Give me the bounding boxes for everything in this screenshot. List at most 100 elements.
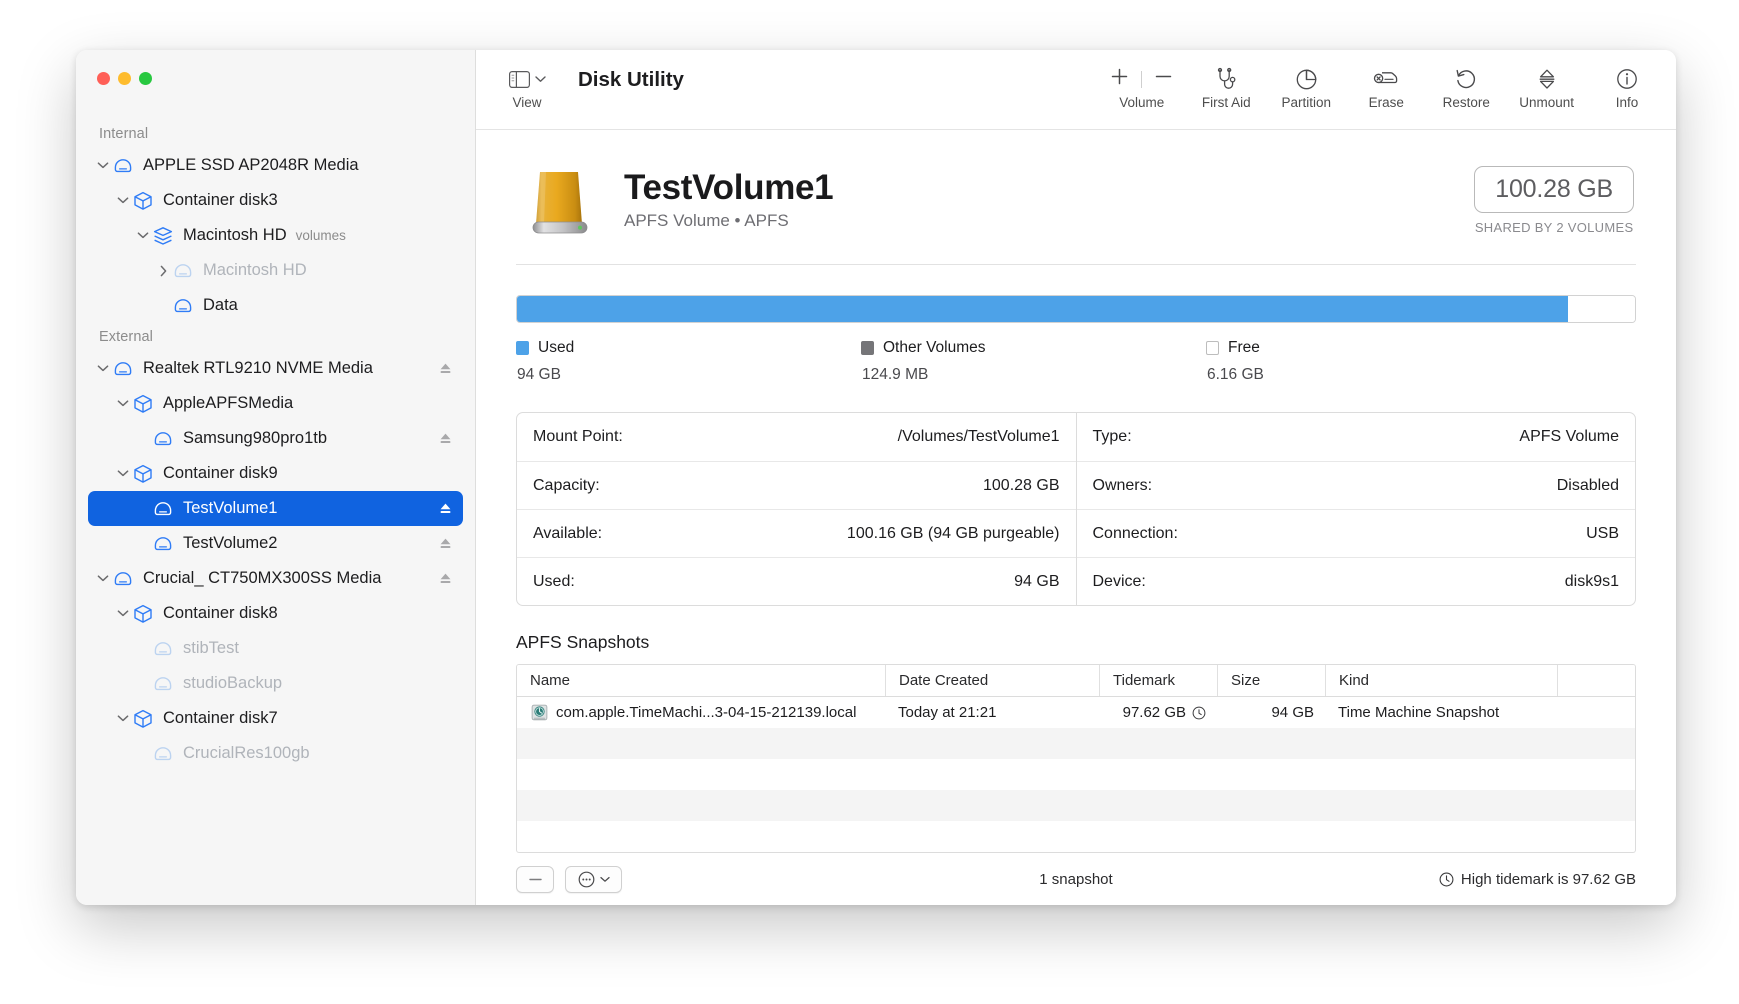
disclosure-spacer bbox=[134, 535, 152, 553]
first-aid-button[interactable]: First Aid bbox=[1199, 64, 1253, 110]
capacity-badge: 100.28 GB bbox=[1474, 165, 1634, 213]
sidebar-item-label: Container disk9 bbox=[163, 464, 278, 482]
sidebar-item-macintosh-hd[interactable]: Macintosh HD volumes bbox=[88, 218, 463, 253]
info-row: Capacity: 100.28 GB bbox=[517, 461, 1076, 509]
snapshot-name-cell: com.apple.TimeMachi...3-04-15-212139.loc… bbox=[517, 697, 885, 728]
restore-arrow-icon bbox=[1454, 64, 1478, 94]
sidebar-item-label: APPLE SSD AP2048R Media bbox=[143, 156, 359, 174]
eject-icon[interactable] bbox=[437, 571, 453, 587]
legend-label: Free bbox=[1228, 339, 1260, 356]
sidebar-item-data[interactable]: Data bbox=[88, 288, 463, 323]
info-row: Owners: Disabled bbox=[1076, 461, 1635, 509]
sidebar-item-label: CrucialRes100gb bbox=[183, 744, 310, 762]
chevron-down-icon[interactable] bbox=[114, 395, 132, 413]
empty-cell bbox=[517, 790, 1635, 821]
column-header-date-created[interactable]: Date Created bbox=[885, 665, 1099, 696]
legend-item-used: Used 94 GB bbox=[516, 339, 861, 384]
restore-button[interactable]: Restore bbox=[1439, 64, 1493, 110]
disclosure-spacer bbox=[134, 675, 152, 693]
info-key: Capacity: bbox=[533, 476, 600, 494]
chevron-right-icon[interactable] bbox=[154, 262, 172, 280]
info-key: Connection: bbox=[1092, 524, 1178, 542]
sidebar-item-appleapfsmedia[interactable]: AppleAPFSMedia bbox=[88, 386, 463, 421]
volume-info-table: Mount Point: /Volumes/TestVolume1 Capacity… bbox=[516, 412, 1636, 606]
unmount-button[interactable]: Unmount bbox=[1519, 64, 1574, 110]
sidebar-item-container-disk3[interactable]: Container disk3 bbox=[88, 183, 463, 218]
erase-button[interactable]: Erase bbox=[1359, 64, 1413, 110]
sidebar-item-label: Container disk8 bbox=[163, 604, 278, 622]
time-machine-snapshot-icon bbox=[531, 704, 548, 721]
snapshot-action-menu-button[interactable] bbox=[565, 866, 622, 893]
sidebar-item-realtek-rtl9210-nvme-media[interactable]: Realtek RTL9210 NVME Media bbox=[88, 351, 463, 386]
sidebar-item-apple-ssd-ap2048r-media[interactable]: APPLE SSD AP2048R Media bbox=[88, 148, 463, 183]
eject-icon[interactable] bbox=[437, 431, 453, 447]
eject-icon[interactable] bbox=[437, 361, 453, 377]
sidebar-item-label: Macintosh HD bbox=[203, 261, 307, 279]
chevron-down-icon[interactable] bbox=[94, 570, 112, 588]
capacity-block: 100.28 GB SHARED BY 2 VOLUMES bbox=[1474, 165, 1634, 235]
disclosure-spacer bbox=[154, 297, 172, 315]
info-key: Type: bbox=[1092, 428, 1132, 445]
drive-icon bbox=[152, 638, 174, 660]
sidebar-item-container-disk8[interactable]: Container disk8 bbox=[88, 596, 463, 631]
chevron-down-icon[interactable] bbox=[114, 465, 132, 483]
column-header-tidemark[interactable]: Tidemark bbox=[1099, 665, 1217, 696]
column-header-size[interactable]: Size bbox=[1217, 665, 1325, 696]
column-header-kind[interactable]: Kind bbox=[1325, 665, 1557, 696]
add-volume-button[interactable] bbox=[1110, 67, 1129, 91]
snapshot-empty-row bbox=[517, 759, 1635, 790]
sidebar-item-container-disk7[interactable]: Container disk7 bbox=[88, 701, 463, 736]
drive-icon bbox=[152, 533, 174, 555]
close-window-button[interactable] bbox=[97, 72, 110, 85]
device-tree: Internal APPLE SSD AP2048R Media Contain… bbox=[76, 120, 475, 771]
drive-icon bbox=[112, 155, 134, 177]
column-header-name[interactable]: Name bbox=[517, 665, 885, 696]
sidebar-item-testvolume1[interactable]: TestVolume1 bbox=[88, 491, 463, 526]
drive-icon bbox=[152, 673, 174, 695]
ellipsis-circle-icon bbox=[578, 871, 594, 888]
snapshot-row[interactable]: com.apple.TimeMachi...3-04-15-212139.loc… bbox=[517, 697, 1635, 728]
disclosure-spacer bbox=[134, 430, 152, 448]
sidebar-item-macintosh-hd[interactable]: Macintosh HD bbox=[88, 253, 463, 288]
sidebar-item-label: TestVolume1 bbox=[183, 499, 278, 517]
container-icon bbox=[132, 393, 154, 415]
info-button[interactable]: Info bbox=[1600, 64, 1654, 110]
snapshot-name: com.apple.TimeMachi...3-04-15-212139.loc… bbox=[556, 704, 857, 721]
sidebar-item-testvolume2[interactable]: TestVolume2 bbox=[88, 526, 463, 561]
chevron-down-icon[interactable] bbox=[94, 360, 112, 378]
toolbar-actions: Volume First Aid Partition Erase Restore… bbox=[1110, 64, 1654, 110]
snapshot-empty-row bbox=[517, 821, 1635, 852]
minimize-window-button[interactable] bbox=[118, 72, 131, 85]
drive-icon bbox=[152, 498, 174, 520]
volume-detail: TestVolume1 APFS Volume • APFS 100.28 GB… bbox=[476, 130, 1676, 905]
info-key: Owners: bbox=[1092, 476, 1153, 494]
eject-icon[interactable] bbox=[437, 536, 453, 552]
clock-icon bbox=[1439, 872, 1454, 887]
sidebar-item-samsung980pro1tb[interactable]: Samsung980pro1tb bbox=[88, 421, 463, 456]
sidebar-item-stibtest[interactable]: stibTest bbox=[88, 631, 463, 666]
chevron-down-icon[interactable] bbox=[94, 157, 112, 175]
info-value: 100.16 GB (94 GB purgeable) bbox=[846, 524, 1060, 542]
info-value: 100.28 GB bbox=[983, 476, 1060, 494]
snapshots-footer: 1 snapshot High tidemark is 97.62 GB bbox=[516, 866, 1636, 903]
sidebar-item-label: studioBackup bbox=[183, 674, 283, 692]
chevron-down-icon[interactable] bbox=[114, 192, 132, 210]
chevron-down-icon[interactable] bbox=[114, 710, 132, 728]
remove-snapshot-button[interactable] bbox=[516, 866, 554, 893]
sidebar-item-label: TestVolume2 bbox=[183, 534, 278, 552]
chevron-down-icon[interactable] bbox=[134, 227, 152, 245]
snapshots-body: com.apple.TimeMachi...3-04-15-212139.loc… bbox=[517, 697, 1635, 852]
sidebar-item-studiobackup[interactable]: studioBackup bbox=[88, 666, 463, 701]
eject-icon[interactable] bbox=[437, 501, 453, 517]
chevron-down-icon[interactable] bbox=[114, 605, 132, 623]
zoom-window-button[interactable] bbox=[139, 72, 152, 85]
sidebar-item-crucialres100gb[interactable]: CrucialRes100gb bbox=[88, 736, 463, 771]
remove-volume-button[interactable] bbox=[1154, 67, 1173, 91]
toolbar-divider bbox=[1141, 70, 1143, 88]
partition-button[interactable]: Partition bbox=[1279, 64, 1333, 110]
sidebar-item-container-disk9[interactable]: Container disk9 bbox=[88, 456, 463, 491]
view-toggle-button[interactable]: View bbox=[500, 64, 554, 110]
sidebar-item-crucial-ct750mx300ss-media[interactable]: Crucial_ CT750MX300SS Media bbox=[88, 561, 463, 596]
column-header-spacer bbox=[1557, 665, 1635, 696]
container-icon bbox=[132, 463, 154, 485]
